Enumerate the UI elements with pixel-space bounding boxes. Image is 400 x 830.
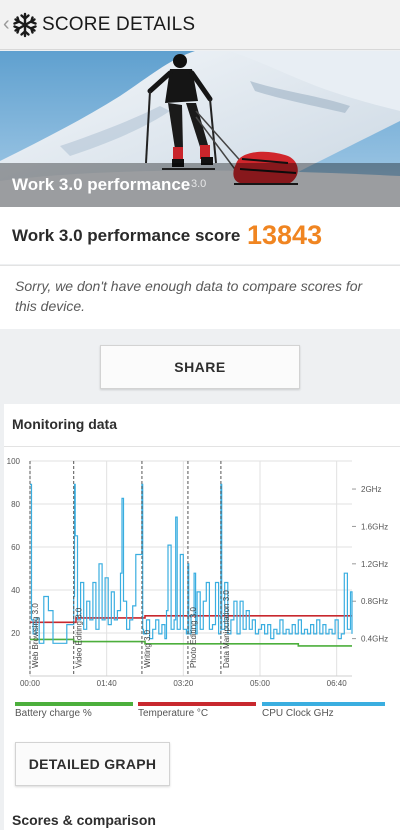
y-left-tick-label: 100 xyxy=(7,457,21,466)
legend-label-battery: Battery charge % xyxy=(15,708,92,719)
legend-swatch-temperature xyxy=(138,702,256,706)
legend-label-temperature: Temperature °C xyxy=(138,708,209,719)
y-left-tick-label: 40 xyxy=(11,586,20,595)
legend-label-cpu-clock: CPU Clock GHz xyxy=(262,708,334,719)
detailed-graph-button[interactable]: DETAILED GRAPH xyxy=(15,742,170,786)
legend-swatch-cpu-clock xyxy=(262,702,385,706)
monitoring-chart: 100 80 60 40 20 2GHz 1.6GHz 1.2GHz 0.8GHz 0.4GHz 0… xyxy=(7,457,388,688)
snowflake-icon xyxy=(13,12,37,38)
notice-text: Sorry, we don't have enough data to comp… xyxy=(15,278,363,314)
scores-comparison-title: Scores & comparison xyxy=(12,812,156,828)
test-marker-label: Photo Editing 3.0 xyxy=(189,607,198,668)
hero-title: Work 3.0 performance xyxy=(12,175,191,194)
test-marker-label: Writing 3.0 xyxy=(143,629,152,668)
y-right-tick-label: 0.8GHz xyxy=(361,597,388,606)
chevron-left-icon[interactable]: ‹ xyxy=(3,13,10,35)
y-right-tick-label: 0.4GHz xyxy=(361,635,388,644)
x-tick-label: 03:20 xyxy=(173,679,194,688)
score-label: Work 3.0 performance score xyxy=(12,226,241,245)
test-marker-label: Video Editing 3.0 xyxy=(75,607,84,668)
page-title: SCORE DETAILS xyxy=(42,14,196,35)
x-tick-label: 00:00 xyxy=(20,679,41,688)
legend-swatch-battery xyxy=(15,702,133,706)
divider xyxy=(4,446,400,447)
score-value: 13843 xyxy=(247,220,323,250)
y-left-tick-label: 60 xyxy=(11,543,20,552)
test-marker-label: Data Manipulation 3.0 xyxy=(222,590,231,668)
y-left-tick-label: 20 xyxy=(11,629,20,638)
score-card: Work 3.0 performance score 13843 xyxy=(0,207,400,264)
y-right-tick-label: 1.2GHz xyxy=(361,560,388,569)
y-left-tick-label: 80 xyxy=(11,500,20,509)
x-tick-label: 06:40 xyxy=(327,679,348,688)
monitoring-title: Monitoring data xyxy=(12,416,117,432)
x-tick-label: 01:40 xyxy=(97,679,118,688)
x-tick-label: 05:00 xyxy=(250,679,271,688)
y-right-tick-label: 1.6GHz xyxy=(361,522,388,531)
y-right-tick-label: 2GHz xyxy=(361,485,381,494)
share-button[interactable]: SHARE xyxy=(100,345,300,389)
test-marker-label: Web Browsing 3.0 xyxy=(31,603,40,668)
comparison-notice: Sorry, we don't have enough data to comp… xyxy=(0,265,400,329)
app-bar: ‹ SCORE DETAILS xyxy=(0,0,400,50)
hero-version-label: 3.0 xyxy=(191,178,207,190)
